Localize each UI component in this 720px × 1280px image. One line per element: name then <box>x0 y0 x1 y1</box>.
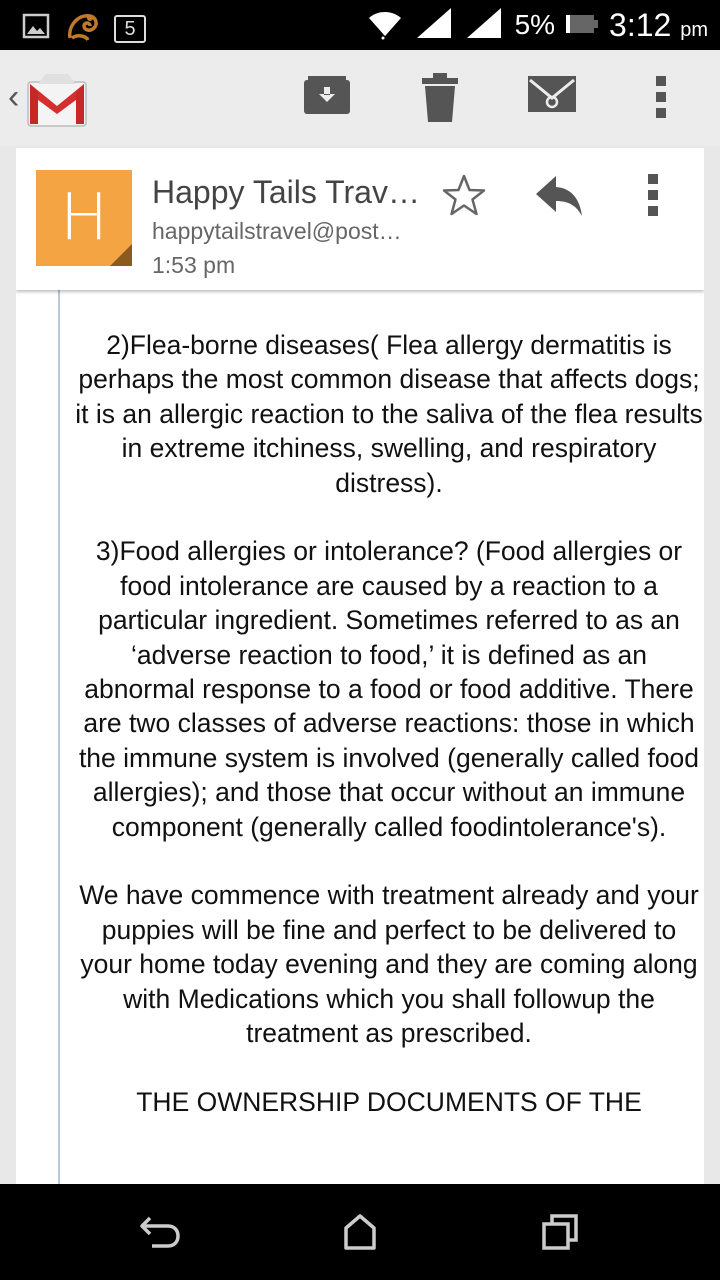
action-bar: ‹ <box>0 50 720 147</box>
trash-icon[interactable] <box>420 72 460 129</box>
sent-time: 1:53 pm <box>152 252 236 278</box>
message-header[interactable]: H Happy Tails Trav… happytailstravel@pos… <box>16 148 704 290</box>
clock-suffix: pm <box>680 18 708 41</box>
battery-percent: 5% <box>514 9 556 40</box>
notification-count-badge: 5 <box>114 14 146 43</box>
avatar[interactable]: H <box>36 170 132 266</box>
reply-icon[interactable] <box>534 172 586 225</box>
uc-browser-notification-icon <box>64 8 100 49</box>
home-icon[interactable] <box>340 1212 380 1257</box>
navigation-bar <box>0 1184 720 1280</box>
overflow-menu-icon[interactable] <box>654 72 668 127</box>
message-body: 2)Flea-borne diseases( Flea allergy derm… <box>74 328 704 1154</box>
battery-icon <box>565 10 599 41</box>
archive-icon[interactable] <box>302 72 352 127</box>
signal-strength-2-icon <box>465 6 505 45</box>
star-icon[interactable] <box>440 172 488 225</box>
gallery-notification-icon <box>22 12 50 45</box>
quote-bar <box>58 290 60 1184</box>
status-bar: 5 5% 3:12 pm <box>0 0 720 50</box>
clock: 3:12 pm <box>609 7 708 44</box>
back-icon[interactable] <box>138 1212 182 1257</box>
up-navigation-icon[interactable]: ‹ <box>8 80 19 114</box>
body-paragraph: We have commence with treatment already … <box>79 880 699 1049</box>
sender-name: Happy Tails Trav… <box>152 174 420 210</box>
recents-icon[interactable] <box>540 1212 580 1257</box>
clock-time: 3:12 <box>609 6 672 43</box>
body-paragraph: THE OWNERSHIP DOCUMENTS OF THE <box>136 1086 642 1117</box>
sender-email: happytailstravel@post… <box>152 218 402 244</box>
signal-strength-icon <box>415 6 455 45</box>
envelope-icon[interactable] <box>526 72 578 121</box>
message-card: H Happy Tails Trav… happytailstravel@pos… <box>16 148 704 1184</box>
body-paragraph: 3)Food allergies or intolerance? (Food a… <box>78 536 700 842</box>
gmail-icon[interactable] <box>26 72 88 135</box>
wifi-icon <box>365 6 405 45</box>
message-overflow-icon[interactable] <box>646 172 660 225</box>
avatar-fold <box>110 244 132 266</box>
body-paragraph: 2)Flea-borne diseases( Flea allergy derm… <box>75 330 703 498</box>
